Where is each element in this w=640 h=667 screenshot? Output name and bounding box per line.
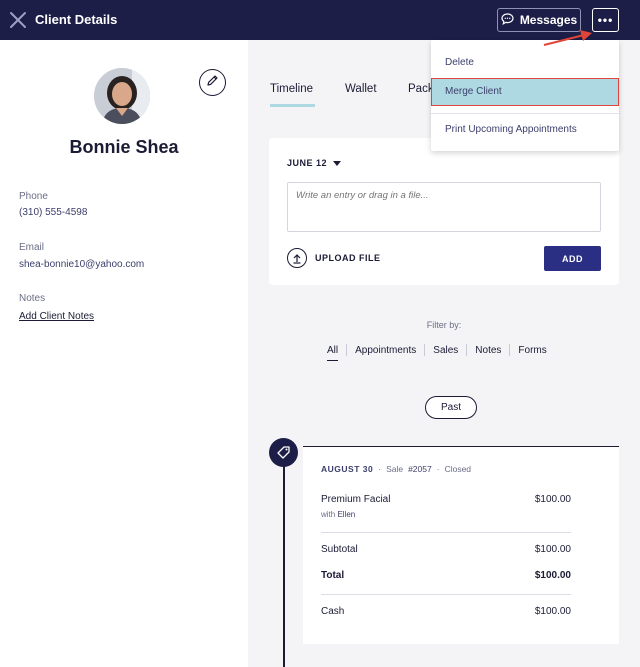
filter-all[interactable]: All: [327, 344, 339, 361]
total-value: $100.00: [534, 570, 571, 581]
filter-forms[interactable]: Forms: [510, 345, 554, 356]
add-entry-button[interactable]: ADD: [544, 246, 601, 271]
email-label: Email: [19, 242, 45, 253]
entry-input[interactable]: [287, 182, 601, 232]
avatar: [94, 68, 150, 124]
payment-method: Cash: [321, 606, 345, 617]
notes-label: Notes: [19, 293, 46, 304]
past-button[interactable]: Past: [425, 396, 477, 419]
close-icon[interactable]: [8, 10, 28, 30]
upload-file-button[interactable]: UPLOAD FILE: [287, 248, 381, 268]
client-sidebar: Bonnie Shea Phone (310) 555-4598 Email s…: [0, 40, 248, 667]
sale-prefix: Sale: [386, 464, 404, 474]
meta-dot: ·: [436, 464, 440, 474]
filter-notes[interactable]: Notes: [467, 345, 509, 356]
email-value: shea-bonnie10@yahoo.com: [19, 259, 145, 270]
chat-bubble-icon: [501, 12, 514, 28]
filter-appointments[interactable]: Appointments: [347, 345, 424, 356]
meta-dot: ·: [378, 464, 382, 474]
messages-label: Messages: [519, 13, 578, 27]
item-name: Premium Facial: [321, 494, 391, 505]
sale-tag-icon: [269, 438, 298, 467]
menu-item-merge-client[interactable]: Merge Client: [431, 86, 619, 97]
tab-wallet[interactable]: Wallet: [345, 83, 377, 95]
filter-sales[interactable]: Sales: [425, 345, 466, 356]
item-provider: with Ellen: [321, 510, 355, 519]
menu-divider: [431, 113, 619, 114]
caret-down-icon: [333, 160, 342, 166]
pencil-icon: [206, 74, 219, 92]
timeline-line: [283, 462, 285, 667]
filter-label: Filter by:: [426, 320, 462, 330]
more-options-menu: Delete Merge Client Print Upcoming Appoi…: [431, 40, 619, 151]
sale-meta: AUGUST 30 · Sale #2057 · Closed: [321, 464, 471, 474]
edit-client-button[interactable]: [199, 69, 226, 96]
sale-date: AUGUST 30: [321, 464, 374, 474]
payment-amount: $100.00: [534, 606, 571, 617]
upload-icon: [287, 248, 307, 268]
annotation-arrow-icon: [543, 30, 592, 46]
tab-packages[interactable]: Pack: [408, 83, 434, 95]
phone-value: (310) 555-4598: [19, 207, 88, 218]
provider-name: Ellen: [337, 510, 356, 519]
tab-timeline[interactable]: Timeline: [270, 83, 313, 95]
entry-date: JUNE 12: [287, 158, 328, 168]
active-tab-indicator: [270, 104, 315, 107]
sale-status: Closed: [444, 464, 472, 474]
client-name: Bonnie Shea: [69, 137, 179, 157]
divider: [321, 532, 571, 533]
subtotal-label: Subtotal: [321, 544, 358, 555]
total-label: Total: [321, 570, 345, 581]
upload-file-label: UPLOAD FILE: [315, 253, 381, 263]
menu-item-delete[interactable]: Delete: [431, 57, 619, 68]
sale-card[interactable]: AUGUST 30 · Sale #2057 · Closed Premium …: [303, 447, 619, 644]
with-prefix: with: [321, 510, 336, 519]
entry-date-selector[interactable]: JUNE 12: [287, 158, 342, 168]
filter-bar: All Appointments Sales Notes Forms: [319, 344, 555, 361]
item-price: $100.00: [534, 494, 571, 505]
divider: [321, 594, 571, 595]
menu-item-print-appointments[interactable]: Print Upcoming Appointments: [431, 124, 619, 135]
subtotal-value: $100.00: [534, 544, 571, 555]
sale-number: #2057: [408, 464, 432, 474]
phone-label: Phone: [19, 191, 48, 202]
page-title: Client Details: [35, 12, 118, 27]
timeline-entry-card: JUNE 12 UPLOAD FILE ADD: [269, 138, 619, 285]
